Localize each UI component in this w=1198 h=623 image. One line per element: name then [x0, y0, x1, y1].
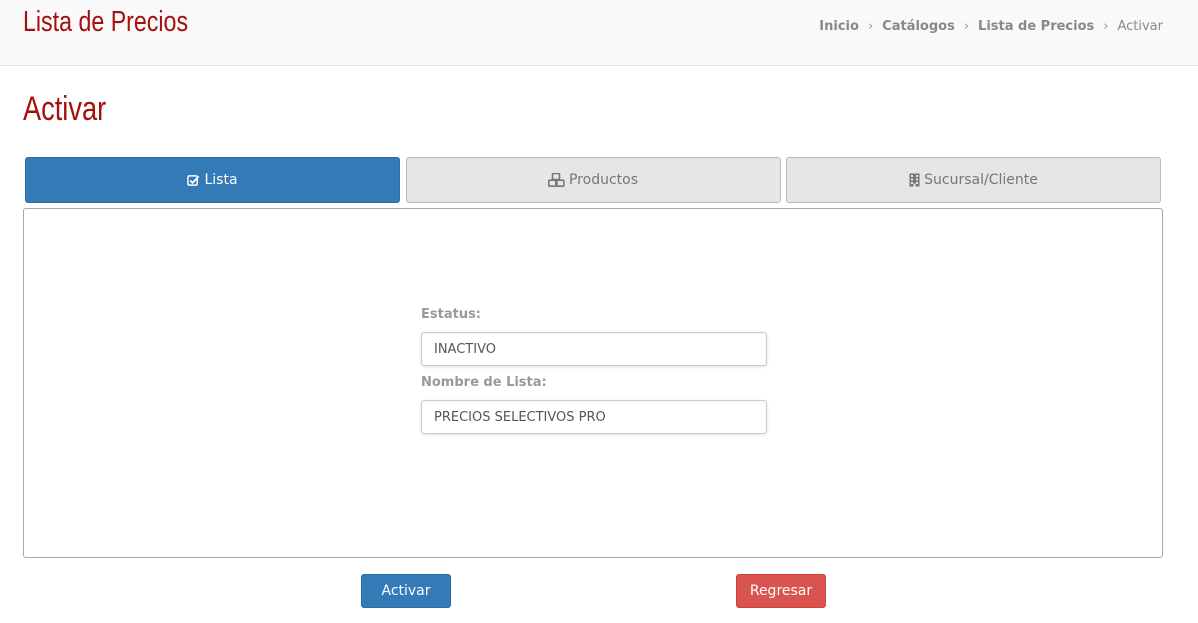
activar-button[interactable]: Activar — [361, 574, 451, 608]
nombre-de-lista-field[interactable] — [421, 400, 767, 434]
tab-lista-label: Lista — [204, 172, 238, 188]
tab-bar: Lista Productos Sucursal/Cliente — [25, 157, 1161, 203]
breadcrumb: Inicio › Catálogos › Lista de Precios › … — [819, 19, 1163, 34]
regresar-button[interactable]: Regresar — [736, 574, 826, 608]
estatus-field[interactable] — [421, 332, 767, 366]
chevron-right-icon: › — [867, 19, 874, 34]
breadcrumb-lista-de-precios[interactable]: Lista de Precios — [978, 19, 1094, 34]
chevron-right-icon: › — [963, 19, 970, 34]
chevron-right-icon: › — [1103, 19, 1109, 34]
check-square-icon — [187, 174, 200, 187]
breadcrumb-current: Activar — [1117, 19, 1163, 34]
tab-productos-label: Productos — [568, 172, 638, 188]
tab-sucursal-cliente-label: Sucursal/Cliente — [924, 172, 1038, 188]
tab-content-panel: Estatus: Nombre de Lista: — [23, 208, 1163, 558]
cubes-icon — [547, 173, 565, 187]
app-title: Lista de Precios — [23, 6, 189, 38]
top-header: Lista de Precios Inicio › Catálogos › Li… — [0, 0, 1198, 66]
tab-sucursal-cliente[interactable]: Sucursal/Cliente — [786, 157, 1161, 203]
page-title: Activar — [23, 90, 107, 128]
tab-lista[interactable]: Lista — [25, 157, 400, 203]
breadcrumb-catalogos[interactable]: Catálogos — [882, 19, 955, 34]
building-icon — [909, 173, 920, 187]
tab-productos[interactable]: Productos — [405, 157, 781, 203]
estatus-label: Estatus: — [421, 307, 482, 322]
breadcrumb-inicio[interactable]: Inicio — [819, 19, 859, 34]
activation-form: Estatus: Nombre de Lista: — [421, 307, 767, 443]
nombre-de-lista-label: Nombre de Lista: — [421, 375, 547, 390]
